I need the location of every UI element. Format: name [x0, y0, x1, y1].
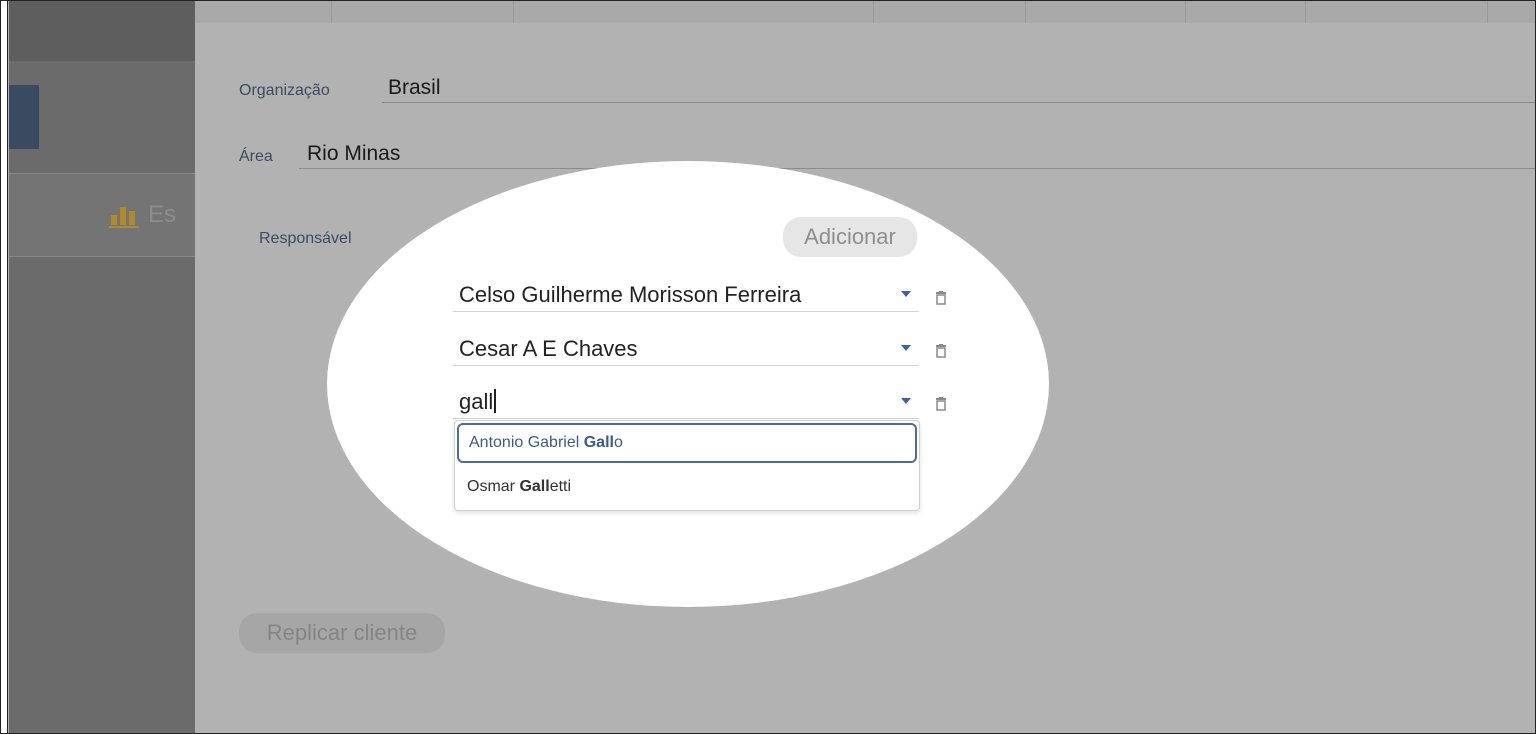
area-label: Área: [239, 148, 273, 165]
app-window: Es Organização Brasil Área Rio Minas Res…: [0, 0, 1536, 734]
responsible-select-1[interactable]: Celso Guilherme Morisson Ferreira: [453, 277, 919, 312]
window-edge: [1, 1, 8, 733]
suggestion-item[interactable]: Osmar Galletti: [457, 467, 917, 507]
suggestion-suffix: o: [613, 434, 623, 451]
suggestion-match: Gall: [519, 478, 550, 495]
responsible-select-2[interactable]: Cesar A E Chaves: [453, 331, 919, 366]
responsible-select-value: Cesar A E Chaves: [459, 336, 638, 361]
responsible-label: Responsável: [259, 230, 352, 247]
add-responsible-button[interactable]: Adicionar: [783, 217, 917, 257]
sidebar-item-label[interactable]: Es: [148, 201, 176, 229]
suggestion-prefix: Antonio Gabriel: [469, 434, 584, 451]
responsible-select-3[interactable]: gall: [453, 384, 919, 419]
organization-field: Organização Brasil: [239, 71, 1535, 103]
caret-down-icon[interactable]: [901, 345, 911, 351]
sidebar-header: [9, 1, 195, 61]
area-input[interactable]: Rio Minas: [299, 142, 1535, 169]
text-cursor: [494, 389, 497, 413]
suggestion-match: Gall: [583, 434, 614, 451]
sidebar-active-item[interactable]: [9, 85, 39, 149]
bar-chart-icon: [109, 207, 139, 228]
suggestion-item[interactable]: Antonio Gabriel Gallo: [457, 423, 917, 463]
organization-input[interactable]: Brasil: [382, 76, 1535, 103]
responsible-select-value: Celso Guilherme Morisson Ferreira: [459, 282, 802, 307]
search-text: gall: [459, 389, 494, 414]
trash-icon[interactable]: [935, 291, 947, 305]
suggestion-suffix: etti: [549, 478, 572, 495]
area-field: Área Rio Minas: [239, 137, 1535, 169]
responsible-search-input[interactable]: gall: [459, 389, 497, 415]
sidebar: [9, 1, 195, 733]
caret-down-icon[interactable]: [901, 291, 911, 297]
suggestions-dropdown: Antonio Gabriel Gallo Osmar Galletti: [454, 420, 920, 511]
replicate-client-button[interactable]: Replicar cliente: [239, 613, 445, 653]
trash-icon[interactable]: [935, 344, 947, 358]
organization-label: Organização: [239, 82, 330, 99]
caret-down-icon[interactable]: [901, 398, 911, 404]
suggestion-prefix: Osmar: [467, 478, 520, 495]
table-header-strip: [195, 1, 1535, 24]
trash-icon[interactable]: [935, 397, 947, 411]
